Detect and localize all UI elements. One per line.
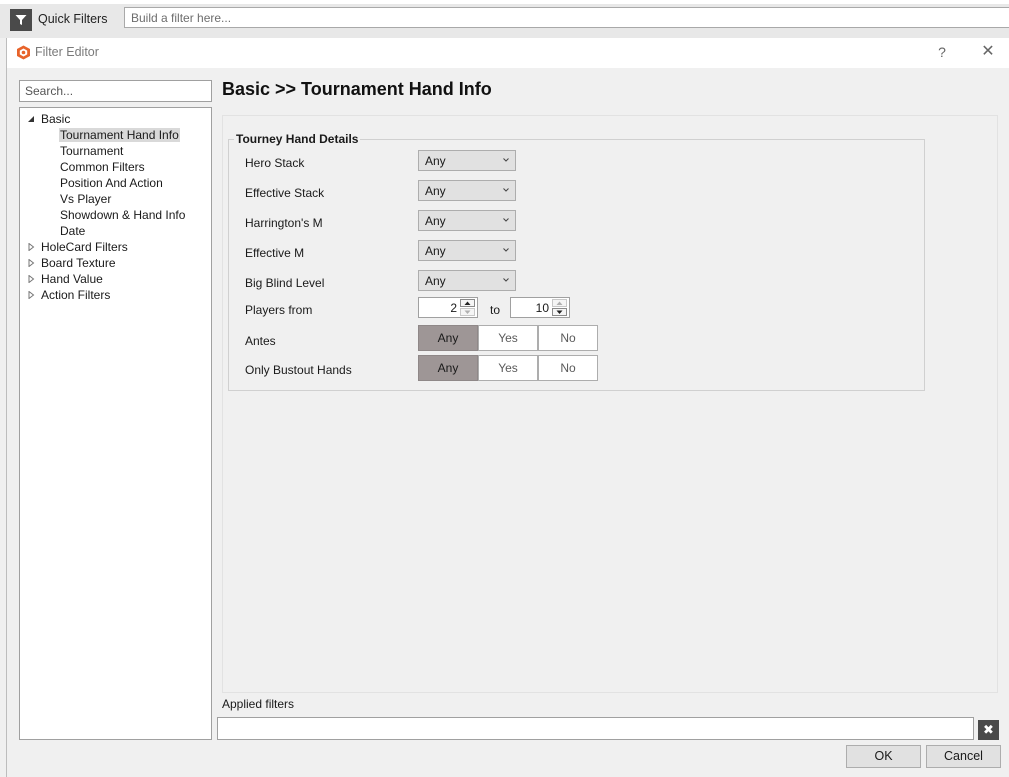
tree-item-label: HoleCard Filters bbox=[41, 240, 128, 254]
cancel-button[interactable]: Cancel bbox=[926, 745, 1001, 768]
search-input[interactable] bbox=[20, 81, 211, 101]
spinner-buttons bbox=[460, 299, 475, 316]
collapsed-arrow-icon[interactable] bbox=[27, 291, 35, 299]
arrow-down-icon bbox=[556, 310, 563, 314]
tree-item-label: Vs Player bbox=[60, 192, 112, 206]
antes-no-toggle[interactable]: No bbox=[538, 325, 598, 351]
app-logo-icon bbox=[16, 45, 31, 60]
tree-item-position-and-action[interactable]: Position And Action bbox=[60, 175, 163, 191]
page-title: Basic >> Tournament Hand Info bbox=[222, 79, 492, 99]
tree-item-label: Showdown & Hand Info bbox=[60, 208, 186, 222]
decrement-button[interactable] bbox=[552, 308, 567, 316]
chevron-down-icon bbox=[503, 248, 509, 252]
effective-m-dropdown[interactable]: Any bbox=[418, 240, 516, 261]
tree-item-tournament[interactable]: Tournament bbox=[60, 143, 123, 159]
effective-stack-dropdown[interactable]: Any bbox=[418, 180, 516, 201]
antes-label: Antes bbox=[245, 334, 276, 348]
dialog-title: Filter Editor bbox=[35, 45, 99, 59]
effective-stack-label: Effective Stack bbox=[245, 186, 325, 200]
spinner-value: 2 bbox=[450, 301, 457, 315]
bustout-any-toggle[interactable]: Any bbox=[418, 355, 478, 381]
harringtons-m-label: Harrington's M bbox=[245, 216, 323, 230]
tree-item-label: Action Filters bbox=[41, 288, 111, 302]
arrow-up-icon bbox=[464, 301, 471, 305]
chevron-down-icon bbox=[503, 158, 509, 162]
tree-item-showdown-hand-info[interactable]: Showdown & Hand Info bbox=[60, 207, 185, 223]
filter-icon[interactable] bbox=[10, 9, 32, 31]
tree-item-vs-player[interactable]: Vs Player bbox=[60, 191, 111, 207]
big-blind-level-dropdown[interactable]: Any bbox=[418, 270, 516, 291]
dropdown-value: Any bbox=[425, 214, 446, 228]
arrow-up-icon bbox=[556, 301, 563, 305]
quick-filter-input[interactable] bbox=[125, 8, 1009, 27]
decrement-button[interactable] bbox=[460, 308, 475, 316]
tree-item-label: Basic bbox=[41, 112, 71, 126]
dropdown-value: Any bbox=[425, 274, 446, 288]
quick-filters-label: Quick Filters bbox=[38, 12, 108, 26]
tree-item-common-filters[interactable]: Common Filters bbox=[60, 159, 145, 175]
chevron-down-icon bbox=[503, 218, 509, 222]
close-button[interactable]: ✕ bbox=[978, 42, 998, 62]
applied-filters-field[interactable] bbox=[217, 717, 974, 740]
clear-filters-button[interactable]: ✖ bbox=[978, 720, 999, 740]
tree-item-label: Board Texture bbox=[41, 256, 116, 270]
big-blind-level-label: Big Blind Level bbox=[245, 276, 325, 290]
chevron-down-icon bbox=[503, 188, 509, 192]
dropdown-value: Any bbox=[425, 244, 446, 258]
tree-item-tournament-hand-info[interactable]: Tournament Hand Info bbox=[59, 127, 180, 143]
dropdown-value: Any bbox=[425, 154, 446, 168]
collapsed-arrow-icon[interactable] bbox=[27, 259, 35, 267]
players-to-spinner[interactable]: 10 bbox=[510, 297, 570, 318]
players-from-spinner[interactable]: 2 bbox=[418, 297, 478, 318]
tourney-hand-details-group bbox=[228, 139, 925, 391]
search-box[interactable] bbox=[19, 80, 212, 102]
tree-item-label: Common Filters bbox=[60, 160, 145, 174]
hero-stack-dropdown[interactable]: Any bbox=[418, 150, 516, 171]
group-title: Tourney Hand Details bbox=[234, 132, 361, 146]
tree-item-label: Date bbox=[60, 224, 86, 238]
antes-any-toggle[interactable]: Any bbox=[418, 325, 478, 351]
bustout-yes-toggle[interactable]: Yes bbox=[478, 355, 538, 381]
only-bustout-hands-label: Only Bustout Hands bbox=[245, 363, 352, 377]
dropdown-value: Any bbox=[425, 184, 446, 198]
chevron-down-icon bbox=[503, 278, 509, 282]
hero-stack-label: Hero Stack bbox=[245, 156, 305, 170]
effective-m-label: Effective M bbox=[245, 246, 305, 260]
players-from-label: Players from bbox=[245, 303, 313, 317]
top-strip bbox=[0, 0, 1009, 4]
bustout-no-toggle[interactable]: No bbox=[538, 355, 598, 381]
help-button[interactable]: ? bbox=[932, 42, 952, 62]
filter-editor-dialog: Filter Editor ? ✕ Basic Tournament Hand … bbox=[6, 38, 1009, 777]
antes-yes-toggle[interactable]: Yes bbox=[478, 325, 538, 351]
spinner-value: 10 bbox=[535, 301, 549, 315]
tree-item-label: Position And Action bbox=[60, 176, 163, 190]
harringtons-m-dropdown[interactable]: Any bbox=[418, 210, 516, 231]
collapsed-arrow-icon[interactable] bbox=[27, 275, 35, 283]
quick-filter-bar: Quick Filters bbox=[0, 0, 1009, 38]
dialog-titlebar: Filter Editor ? ✕ bbox=[7, 38, 1009, 68]
arrow-down-icon bbox=[464, 310, 471, 314]
tree-item-label: Tournament Hand Info bbox=[59, 128, 180, 142]
quick-filter-input-box[interactable] bbox=[124, 7, 1009, 28]
tree-item-label: Tournament bbox=[60, 144, 124, 158]
applied-filters-label: Applied filters bbox=[222, 697, 295, 711]
ok-button[interactable]: OK bbox=[846, 745, 921, 768]
collapsed-arrow-icon[interactable] bbox=[27, 243, 35, 251]
increment-button[interactable] bbox=[460, 299, 475, 307]
tree-item-date[interactable]: Date bbox=[60, 223, 85, 239]
close-x-icon: ✖ bbox=[983, 722, 994, 737]
increment-button[interactable] bbox=[552, 299, 567, 307]
spinner-buttons bbox=[552, 299, 567, 316]
filter-tree: Basic Tournament Hand Info Tournament Co… bbox=[19, 107, 212, 740]
expanded-arrow-icon[interactable] bbox=[27, 115, 35, 123]
to-label: to bbox=[490, 303, 501, 317]
tree-item-label: Hand Value bbox=[41, 272, 103, 286]
